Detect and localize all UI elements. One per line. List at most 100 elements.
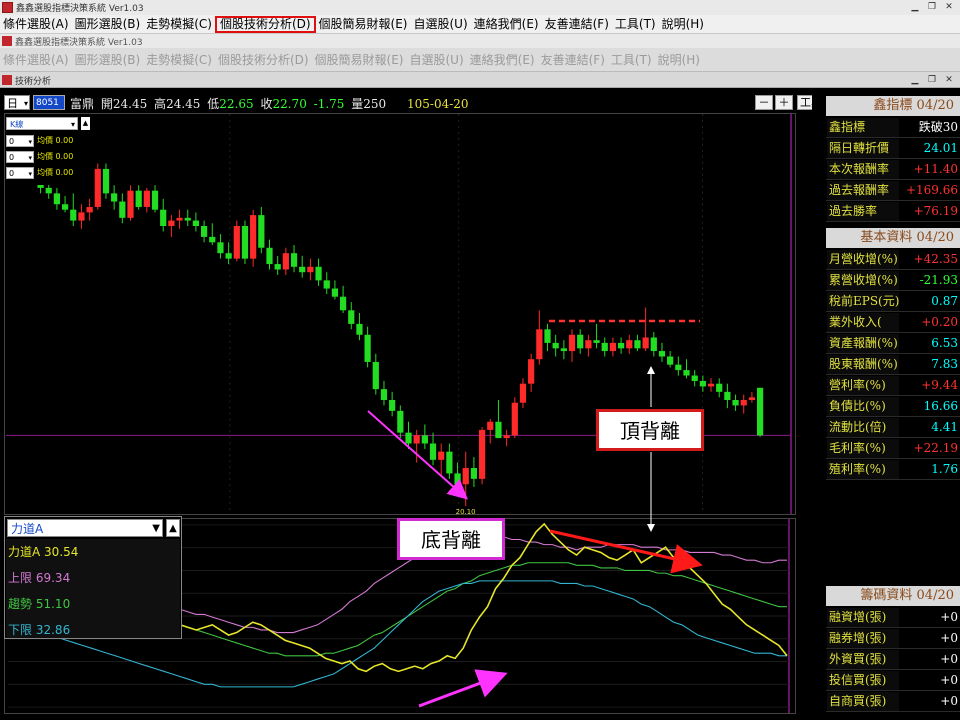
inner-menu-item-7[interactable]: 連絡我們(E) [467, 51, 538, 68]
menu-item-10[interactable]: 說明(H) [659, 16, 707, 33]
candle-body [495, 421, 502, 439]
change-value: -1.75 [313, 97, 345, 111]
inner-menu-item-1[interactable]: 條件選股(A) [0, 51, 72, 68]
metric-value: +0 [940, 673, 958, 687]
candle-body [299, 266, 306, 273]
metric-row: 資產報酬(%) 6.53 [826, 334, 960, 354]
ma-period-select-3[interactable]: 0 [6, 166, 34, 180]
info-sidebar: 鑫指標 04/20 鑫指標 跌破30 隔日轉折價 24.01 本次報酬率 +11.40 過去報… [826, 94, 960, 720]
metric-value: 6.53 [931, 336, 958, 350]
stock-code-input[interactable]: 8051 [33, 95, 65, 110]
candle [650, 332, 657, 357]
candle [119, 193, 126, 224]
open-label: 開 [100, 97, 113, 111]
candle-body [380, 389, 388, 401]
collapse-indicator-button[interactable]: ▲ [166, 519, 180, 537]
menu-item-6[interactable]: 自選股(U) [411, 16, 471, 33]
scroll-gap [812, 94, 826, 720]
candle [380, 380, 388, 406]
indicator-label-lower: 下限 [8, 623, 33, 637]
indicator-select[interactable]: 力道A [7, 519, 163, 538]
candle-body [94, 168, 101, 207]
inner-menu-item-3[interactable]: 走勢模擬(C) [143, 51, 215, 68]
menu-item-2[interactable]: 圖形選股(B) [72, 16, 144, 33]
candle-body [184, 217, 191, 221]
metric-value: +0 [940, 652, 958, 666]
metric-label: 營利率(%) [827, 376, 899, 395]
metric-row: 過去勝率 +76.19 [826, 202, 960, 222]
candle-body [691, 375, 698, 381]
chart-type-select[interactable]: K線 [6, 117, 78, 131]
tech-analysis-title: 技術分析 [15, 77, 52, 87]
restore-icon[interactable]: ❐ [925, 1, 939, 13]
ma-period-select-1[interactable]: 0 [6, 134, 34, 148]
sub-restore-icon[interactable]: ❐ [925, 74, 939, 86]
candle [233, 220, 240, 262]
candle [299, 255, 306, 278]
candle-body [86, 206, 93, 213]
inner-menu-item-5[interactable]: 個股簡易財報(E) [312, 51, 407, 68]
candle-body [438, 451, 445, 460]
candle-body [176, 217, 183, 221]
candle [667, 351, 674, 368]
candle-body [732, 400, 739, 406]
candle [184, 209, 191, 227]
zoom-out-button[interactable]: － [755, 95, 773, 110]
menu-item-7[interactable]: 連絡我們(E) [471, 16, 542, 33]
quote-header: 日 8051 富鼎 開24.45 高24.45 低22.65 收22.70 -1… [0, 94, 825, 112]
metric-row: 負債比(%) 16.66 [826, 397, 960, 417]
candle-body [389, 400, 396, 411]
inner-menu-item-6[interactable]: 自選股(U) [407, 51, 467, 68]
candle [470, 457, 478, 488]
metric-label: 毛利率(%) [827, 439, 899, 458]
ma-period-select-2[interactable]: 0 [6, 150, 34, 164]
candle [143, 187, 150, 213]
menu-item-8[interactable]: 友善連結(F) [542, 16, 612, 33]
candle-body [454, 473, 461, 485]
candle-body [617, 342, 625, 349]
inner-menu-item-4[interactable]: 個股技術分析(D) [215, 51, 312, 68]
menu-item-9[interactable]: 工具(T) [612, 16, 659, 33]
menu-item-1[interactable]: 條件選股(A) [0, 16, 72, 33]
candle [160, 198, 167, 232]
ma-value-3: 均價 0.00 [37, 168, 74, 177]
candle [331, 280, 339, 300]
candle-body [560, 348, 567, 352]
candle-body [528, 359, 535, 384]
metric-row: 業外收入(+0.20 [826, 313, 960, 333]
price-chart[interactable]: 34.3032.5230.7528.9827.2025.4223.6521.88… [4, 113, 796, 515]
candle [250, 209, 257, 267]
close-icon[interactable]: ✕ [942, 1, 956, 13]
inner-menu-item-8[interactable]: 友善連結(F) [538, 51, 608, 68]
candle [568, 329, 576, 362]
candle [78, 204, 85, 229]
menu-item-3[interactable]: 走勢模擬(C) [143, 16, 215, 33]
candle [503, 429, 510, 447]
period-select[interactable]: 日 [4, 95, 30, 111]
candle-body [266, 247, 273, 265]
candle-body [241, 226, 249, 259]
candle [209, 223, 216, 246]
inner-menu-item-10[interactable]: 說明(H) [655, 51, 703, 68]
inner-menu-item-9[interactable]: 工具(T) [608, 51, 655, 68]
candle [707, 378, 715, 392]
candle [266, 239, 273, 270]
sub-close-icon[interactable]: ✕ [942, 74, 956, 86]
menu-item-4[interactable]: 個股技術分析(D) [214, 15, 316, 33]
inner-menu-item-2[interactable]: 圖形選股(B) [72, 51, 144, 68]
candle [413, 429, 420, 463]
menu-item-5[interactable]: 個股簡易財報(E) [316, 16, 411, 33]
metric-label: 融資增(張) [827, 608, 899, 627]
zoom-in-button[interactable]: ＋ [775, 95, 793, 110]
candle [111, 185, 118, 210]
candle [389, 391, 396, 417]
candle-body [446, 451, 453, 474]
metric-label: 過去勝率 [827, 202, 899, 221]
indicator-value-main: 30.54 [44, 545, 79, 559]
metric-value: 4.41 [931, 420, 958, 434]
sub-minimize-icon[interactable]: ▁ [908, 74, 922, 86]
metric-label: 鑫指標 [827, 118, 899, 137]
minimize-icon[interactable]: ▁ [908, 1, 922, 13]
candle [617, 337, 625, 354]
collapse-legend-button[interactable]: ▲ [81, 117, 90, 130]
